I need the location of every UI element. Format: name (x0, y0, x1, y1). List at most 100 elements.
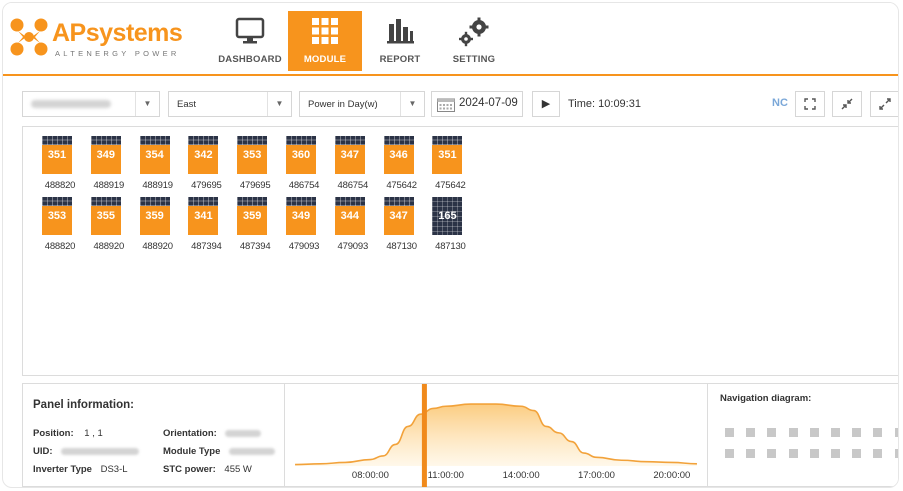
module-power-value: 360 (291, 149, 311, 161)
inverter-value: DS3-L (100, 464, 128, 475)
play-icon: ▶ (541, 98, 551, 110)
fit-view-button[interactable] (795, 91, 825, 117)
module-uid: 487394 (191, 241, 222, 252)
nav-diagram-cell[interactable] (831, 428, 840, 437)
date-picker[interactable]: 2024-07-09 (431, 91, 523, 117)
panel-cells (432, 136, 463, 145)
solar-panel-icon[interactable]: 354 (139, 136, 170, 174)
power-chart[interactable]: 08:00:00 11:00:00 14:00:00 17:00:00 20:00:00 (285, 383, 707, 487)
module-power-value: 359 (243, 210, 262, 222)
solar-panel-icon[interactable]: 349 (286, 197, 316, 235)
module-uid: 475642 (435, 180, 466, 191)
apsystems-logo[interactable]: APsystems ALTENERGY POWER (9, 17, 183, 59)
module-tile[interactable]: 347 486754 (334, 136, 368, 191)
panel-cells (139, 197, 170, 206)
play-button[interactable]: ▶ (532, 91, 560, 117)
panel-cells (383, 136, 414, 145)
nav-diagram-cell[interactable] (852, 449, 862, 458)
module-uid: 479695 (239, 180, 271, 191)
orientation-row: Orientation: (163, 428, 262, 439)
module-tile[interactable]: 359 488920 (139, 197, 173, 252)
nav-diagram-cell[interactable] (767, 449, 777, 458)
nav-module[interactable]: MODULE (288, 11, 362, 71)
solar-panel-icon[interactable]: 353 (237, 136, 268, 174)
brand-ap: AP (52, 19, 86, 47)
nav-diagram-cell[interactable] (809, 428, 819, 437)
solar-panel-icon[interactable]: 351 (42, 136, 72, 174)
nav-diagram-cell[interactable] (725, 449, 734, 458)
panel-cells (286, 197, 316, 206)
nav-diagram-cell[interactable] (788, 449, 798, 458)
module-tile[interactable]: 342 479695 (188, 136, 222, 191)
nav-diagram-cell[interactable] (873, 428, 883, 437)
nc-label[interactable]: NC (772, 97, 788, 109)
module-tile[interactable]: 354 488919 (139, 136, 173, 191)
solar-panel-icon[interactable]: 351 (432, 136, 463, 174)
navigation-diagram-title: Navigation diagram: (720, 393, 812, 404)
solar-panel-icon[interactable]: 165 (432, 197, 463, 235)
module-tile[interactable]: 355 488920 (90, 197, 124, 252)
fit-view-icon (804, 98, 816, 110)
module-power-value: 342 (194, 149, 213, 161)
panel-information: Panel information: Position: 1 , 1 UID: … (22, 383, 285, 487)
nav-diagram-cell[interactable] (746, 428, 756, 437)
solar-panel-icon[interactable]: 359 (139, 197, 170, 235)
nav-report[interactable]: REPORT (363, 11, 437, 71)
nav-dashboard[interactable]: DASHBOARD (213, 11, 287, 71)
solar-panel-icon[interactable]: 346 (383, 136, 414, 174)
solar-panel-icon[interactable]: 359 (237, 197, 268, 235)
module-tile[interactable]: 351 475642 (432, 136, 466, 191)
panel-cells (383, 197, 414, 206)
nav-diagram-cell[interactable] (767, 428, 777, 437)
nav-diagram-cell[interactable] (894, 449, 898, 458)
nav-diagram-cell[interactable] (788, 428, 798, 437)
module-tile[interactable]: 360 486754 (286, 136, 319, 191)
module-tile[interactable]: 346 475642 (383, 136, 417, 191)
module-tile[interactable]: 353 488820 (42, 197, 75, 252)
module-tile[interactable]: 351 488820 (42, 136, 75, 191)
solar-panel-icon[interactable]: 342 (188, 136, 219, 174)
metric-select[interactable]: Power in Day(w) ▼ (299, 91, 425, 117)
shrink-button[interactable] (832, 91, 862, 117)
module-layout-area[interactable]: 351 488820 349 488919 354 488919 342 479695 353 4… (22, 126, 898, 376)
solar-panel-icon[interactable]: 353 (42, 197, 72, 235)
module-tile[interactable]: 347 487130 (383, 197, 417, 252)
solar-panel-icon[interactable]: 341 (188, 197, 219, 235)
solar-panel-icon[interactable]: 347 (334, 136, 365, 174)
solar-panel-icon[interactable]: 344 (334, 197, 365, 235)
expand-button[interactable] (870, 91, 898, 117)
uid-value-redacted (61, 447, 140, 455)
nav-diagram-cell[interactable] (746, 449, 756, 458)
module-tile[interactable]: 349 479093 (286, 197, 319, 252)
nav-diagram-cell[interactable] (852, 428, 862, 437)
nav-diagram-cell[interactable] (809, 449, 819, 458)
nav-diagram-cell[interactable] (873, 449, 883, 458)
module-tile[interactable]: 165 487130 (432, 197, 466, 252)
inverter-row: Inverter Type DS3-L (33, 464, 128, 475)
module-uid: 479093 (288, 241, 320, 252)
module-tile[interactable]: 344 479093 (334, 197, 368, 252)
module-tile[interactable]: 349 488919 (90, 136, 124, 191)
nav-setting[interactable]: SETTING (437, 11, 511, 71)
panel-cells (90, 197, 121, 206)
time-cursor-handle[interactable] (421, 384, 427, 488)
navigation-diagram[interactable]: Navigation diagram: (707, 383, 898, 487)
system-select[interactable]: ▼ (22, 91, 160, 117)
stc-power-label: STC power: (163, 464, 216, 475)
solar-panel-icon[interactable]: 349 (90, 136, 121, 174)
module-tile[interactable]: 353 479695 (237, 136, 271, 191)
nav-diagram-cell[interactable] (725, 428, 734, 437)
solar-panel-icon[interactable]: 360 (286, 136, 316, 174)
nav-diagram-cell[interactable] (894, 428, 898, 437)
orientation-label: Orientation: (163, 428, 217, 439)
module-tile[interactable]: 359 487394 (237, 197, 271, 252)
module-type-row: Module Type (163, 446, 275, 457)
nav-diagram-cell[interactable] (831, 449, 840, 458)
solar-panel-icon[interactable]: 355 (90, 197, 121, 235)
chevron-down-icon: ▼ (267, 92, 291, 116)
module-tile[interactable]: 341 487394 (188, 197, 222, 252)
power-chart-svg[interactable]: 08:00:00 11:00:00 14:00:00 17:00:00 20:00:00 (285, 384, 707, 488)
solar-panel-icon[interactable]: 347 (383, 197, 414, 235)
gears-icon (459, 17, 489, 47)
orientation-select[interactable]: East ▼ (168, 91, 292, 117)
